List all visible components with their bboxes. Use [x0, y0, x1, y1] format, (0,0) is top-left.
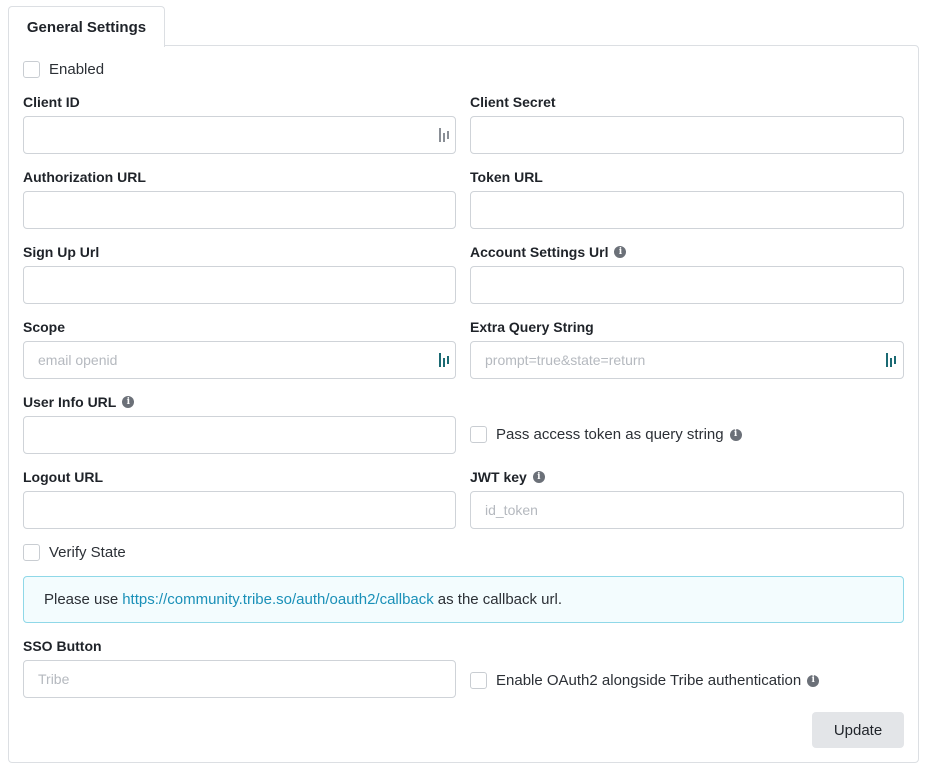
sso-button-input[interactable] [23, 660, 456, 698]
enabled-label: Enabled [49, 61, 105, 78]
signup-url-input[interactable] [23, 266, 456, 304]
logout-url-input[interactable] [23, 491, 456, 529]
notice-prefix: Please use [44, 591, 119, 608]
verify-state-label: Verify State [49, 544, 126, 561]
extra-query-string-label: Extra Query String [470, 319, 594, 335]
token-url-label: Token URL [470, 169, 543, 185]
password-manager-icon[interactable] [886, 353, 898, 367]
enable-oauth2-label: Enable OAuth2 alongside Tribe authentica… [496, 672, 802, 689]
jwt-key-label: JWT key i [470, 469, 545, 485]
callback-url-notice: Please use https://community.tribe.so/au… [23, 576, 904, 623]
logout-url-label: Logout URL [23, 469, 104, 485]
enable-oauth2-checkbox[interactable]: Enable OAuth2 alongside Tribe authentica… [470, 672, 820, 689]
jwt-key-input[interactable] [470, 491, 904, 529]
enabled-checkbox-box[interactable] [23, 61, 40, 78]
scope-label: Scope [23, 319, 66, 335]
callback-url-link[interactable]: https://community.tribe.so/auth/oauth2/c… [122, 591, 434, 608]
password-manager-icon[interactable] [439, 128, 451, 142]
info-icon[interactable]: i [532, 471, 545, 483]
notice-suffix: as the callback url. [437, 591, 563, 608]
tab-general-settings[interactable]: General Settings [8, 6, 165, 47]
account-settings-url-label: Account Settings Url i [470, 244, 627, 260]
authorization-url-label: Authorization URL [23, 169, 146, 185]
pass-token-checkbox-box[interactable] [470, 426, 487, 443]
password-manager-icon[interactable] [439, 353, 451, 367]
extra-query-string-input[interactable] [470, 341, 904, 379]
sso-button-label: SSO Button [23, 638, 102, 654]
user-info-url-input[interactable] [23, 416, 456, 454]
verify-state-checkbox[interactable]: Verify State [23, 544, 126, 561]
scope-input[interactable] [23, 341, 456, 379]
signup-url-label: Sign Up Url [23, 244, 100, 260]
client-secret-label: Client Secret [470, 94, 556, 110]
enable-oauth2-checkbox-box[interactable] [470, 672, 487, 689]
info-icon[interactable]: i [807, 674, 820, 687]
update-button[interactable]: Update [812, 712, 904, 748]
pass-token-checkbox[interactable]: Pass access token as query string i [470, 426, 742, 443]
client-secret-input[interactable] [470, 116, 904, 154]
authorization-url-input[interactable] [23, 191, 456, 229]
account-settings-url-input[interactable] [470, 266, 904, 304]
enabled-checkbox[interactable]: Enabled [23, 61, 104, 78]
verify-state-checkbox-box[interactable] [23, 544, 40, 561]
client-id-label: Client ID [23, 94, 80, 110]
info-icon[interactable]: i [729, 428, 742, 441]
token-url-input[interactable] [470, 191, 904, 229]
info-icon[interactable]: i [614, 246, 627, 258]
pass-token-label: Pass access token as query string [496, 426, 724, 443]
user-info-url-label: User Info URL i [23, 394, 135, 410]
client-id-input[interactable] [23, 116, 456, 154]
info-icon[interactable]: i [122, 396, 135, 408]
